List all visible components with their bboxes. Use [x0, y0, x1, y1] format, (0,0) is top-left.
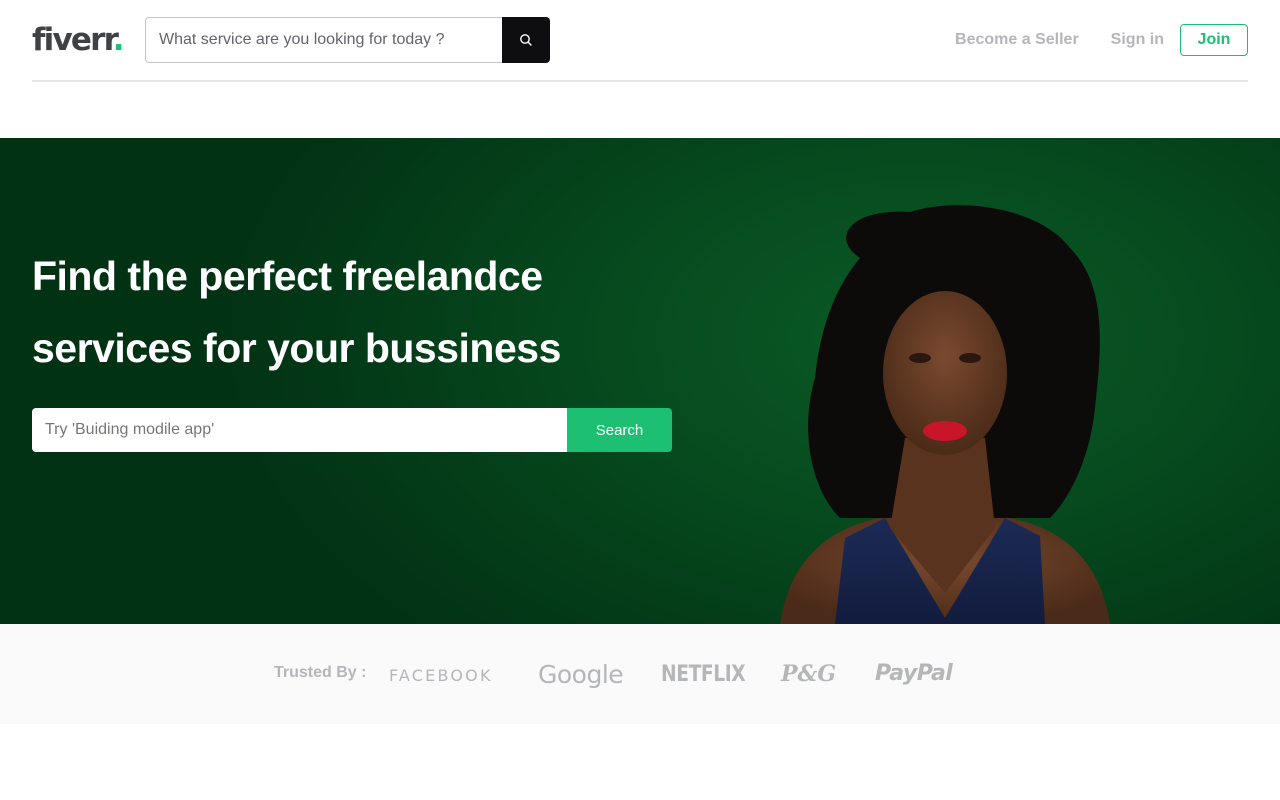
header-search: [145, 17, 550, 63]
fiverr-logo[interactable]: fiverr.: [32, 22, 125, 58]
sign-in-link[interactable]: Sign in: [1111, 31, 1164, 49]
logo-text: fiverr: [32, 22, 114, 58]
facebook-logo: FACEBOOK: [389, 666, 493, 685]
hero-title-line-2: services for your bussiness: [32, 325, 561, 371]
netflix-logo: NETFLIX: [661, 662, 746, 687]
hero-search-input[interactable]: [32, 408, 567, 452]
header-search-input[interactable]: [145, 17, 502, 63]
site-header: fiverr. Become a Seller Sign in Join: [0, 0, 1280, 82]
hero-title: Find the perfect freelandce services for…: [32, 240, 652, 384]
trusted-by-label: Trusted By :: [274, 664, 367, 681]
search-icon: [520, 34, 532, 46]
become-seller-link[interactable]: Become a Seller: [955, 31, 1079, 49]
hero-search-button[interactable]: Search: [567, 408, 672, 452]
logo-dot: .: [112, 22, 125, 58]
hero-section: Find the perfect freelandce services for…: [0, 138, 1280, 624]
header-nav: Become a Seller Sign in Join: [923, 24, 1248, 56]
header-divider: [32, 80, 1248, 82]
header-search-button[interactable]: [502, 17, 550, 63]
paypal-logo: PayPal: [875, 661, 953, 686]
hero-search: Search: [32, 408, 672, 452]
google-logo: Google: [538, 660, 624, 689]
hero-portrait-image: [780, 205, 1110, 624]
pg-logo: P&G: [781, 661, 837, 687]
join-button[interactable]: Join: [1180, 24, 1248, 56]
trusted-by-bar: Trusted By : FACEBOOK Google NETFLIX P&G…: [0, 624, 1280, 724]
hero-title-line-1: Find the perfect freelandce: [32, 253, 543, 299]
